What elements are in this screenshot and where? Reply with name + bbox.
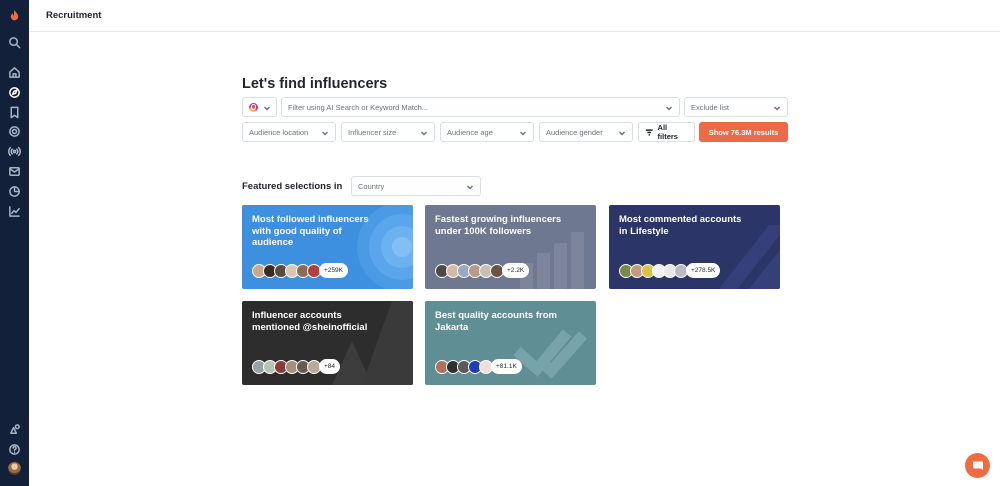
featured-card[interactable]: Fastest growing influencers under 100K f… — [425, 205, 596, 289]
filter-icon — [645, 128, 653, 136]
card-title: Most followed influencers with good qual… — [252, 214, 369, 248]
main-heading: Let's find influencers — [242, 76, 388, 92]
count-badge: +81.1K — [491, 359, 522, 374]
bookmark-icon[interactable] — [6, 104, 23, 121]
pie-chart-icon[interactable] — [6, 183, 23, 200]
chevron-down-icon — [420, 129, 428, 137]
country-placeholder: Country — [358, 181, 385, 191]
target-icon[interactable] — [6, 123, 23, 140]
app-root: Recruitment Let's find influencers Exclu… — [0, 0, 1000, 486]
card-title: Influencer accounts mentioned @sheinoffi… — [252, 310, 368, 333]
chevron-down-icon — [618, 129, 626, 137]
avatar-group: +81.1K — [435, 359, 522, 374]
instagram-icon — [249, 102, 258, 112]
chevron-down-icon — [519, 129, 527, 137]
show-results-button[interactable]: Show 76.3M results — [699, 122, 788, 142]
integrations-icon[interactable] — [6, 421, 23, 438]
audience-age-label: Audience age — [447, 127, 493, 137]
featured-card[interactable]: Most followed influencers with good qual… — [242, 205, 413, 289]
discover-icon[interactable] — [6, 84, 23, 101]
sidebar — [0, 0, 29, 486]
all-filters-button[interactable]: All filters — [638, 122, 695, 142]
chevron-down-icon — [665, 104, 673, 112]
chat-launcher-button[interactable] — [965, 453, 990, 478]
card-title: Best quality accounts from Jakarta — [435, 310, 557, 333]
help-icon[interactable] — [6, 441, 23, 458]
count-badge: +259K — [319, 263, 348, 278]
search-icon[interactable] — [6, 34, 23, 51]
influencer-size-label: Influencer size — [348, 127, 397, 137]
analytics-icon[interactable] — [6, 203, 23, 220]
broadcast-icon[interactable] — [6, 143, 23, 160]
featured-card[interactable]: Most commented accounts in Lifestyle +27… — [609, 205, 780, 289]
avatar-group: +259K — [252, 263, 348, 278]
featured-card[interactable]: Influencer accounts mentioned @sheinoffi… — [242, 301, 413, 385]
featured-label: Featured selections in — [242, 181, 343, 192]
user-avatar[interactable] — [8, 462, 21, 475]
featured-card[interactable]: Best quality accounts from Jakarta +81.1… — [425, 301, 596, 385]
inbox-icon[interactable] — [6, 163, 23, 180]
count-badge: +2.2K — [502, 263, 530, 278]
audience-location-filter[interactable]: Audience location — [242, 122, 336, 142]
chevron-down-icon — [263, 104, 271, 112]
brand-flame-icon[interactable] — [6, 7, 23, 24]
audience-location-label: Audience location — [249, 127, 309, 137]
chevron-down-icon — [321, 129, 329, 137]
count-badge: +278.5K — [686, 263, 721, 278]
home-icon[interactable] — [6, 64, 23, 81]
audience-gender-filter[interactable]: Audience gender — [539, 122, 633, 142]
exclude-list-label: Exclude list — [691, 102, 729, 112]
card-title: Most commented accounts in Lifestyle — [619, 214, 742, 237]
avatar-group: +84 — [252, 359, 341, 374]
page-title: Recruitment — [46, 10, 102, 21]
search-input[interactable] — [288, 102, 648, 112]
avatar-group: +278.5K — [619, 263, 721, 278]
influencer-size-filter[interactable]: Influencer size — [341, 122, 435, 142]
country-select[interactable]: Country — [351, 176, 481, 196]
avatar-group: +2.2K — [435, 263, 530, 278]
card-title: Fastest growing influencers under 100K f… — [435, 214, 562, 237]
chevron-down-icon — [466, 183, 474, 191]
top-header: Recruitment — [29, 0, 1000, 32]
count-badge: +84 — [319, 359, 341, 374]
platform-select[interactable] — [242, 97, 277, 117]
audience-age-filter[interactable]: Audience age — [440, 122, 534, 142]
search-input-box[interactable] — [281, 97, 680, 117]
all-filters-label: All filters — [657, 123, 678, 141]
exclude-list-select[interactable]: Exclude list — [684, 97, 788, 117]
chevron-down-icon — [773, 104, 781, 112]
chat-icon — [972, 461, 983, 470]
audience-gender-label: Audience gender — [546, 127, 603, 137]
